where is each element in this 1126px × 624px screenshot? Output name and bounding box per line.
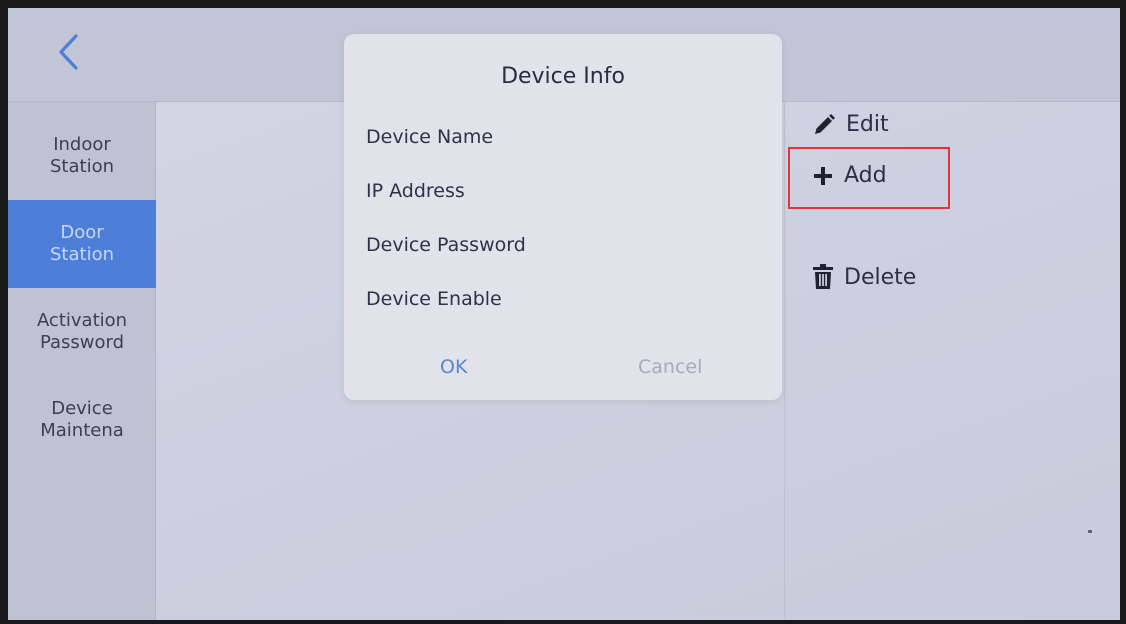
sidebar-item-device-maintenance[interactable]: Device Maintena [8,376,156,464]
edit-label: Edit [846,112,889,137]
screen: Indoor Station Door Station Activation P… [8,8,1120,620]
ok-button[interactable]: OK [440,356,467,378]
field-device-password[interactable]: Device Password [366,234,526,256]
sidebar: Indoor Station Door Station Activation P… [8,102,156,620]
sidebar-item-label: Activation Password [36,310,128,353]
highlight-box [788,147,950,209]
field-device-name[interactable]: Device Name [366,126,493,148]
device-info-dialog: Device Info Device Name IP Address Devic… [344,34,782,400]
sidebar-item-label: Door Station [50,222,114,265]
sidebar-item-label: Device Maintena [40,398,124,441]
sidebar-item-door-station[interactable]: Door Station [8,200,156,288]
sidebar-item-indoor-station[interactable]: Indoor Station [8,112,156,200]
cancel-button[interactable]: Cancel [638,356,702,378]
delete-label: Delete [844,264,917,290]
sidebar-item-label: Indoor Station [50,134,114,177]
field-device-enable[interactable]: Device Enable [366,288,502,310]
back-button[interactable] [38,22,98,82]
edit-button[interactable]: Edit [812,112,889,137]
dialog-title: Device Info [501,64,625,89]
pencil-icon [815,113,835,134]
screen-speck [1088,530,1092,533]
field-ip-address[interactable]: IP Address [366,180,465,202]
delete-button[interactable]: Delete [812,264,916,290]
sidebar-item-activation-password[interactable]: Activation Password [8,288,156,376]
trash-icon [813,264,833,289]
back-arrow-icon [59,34,78,70]
